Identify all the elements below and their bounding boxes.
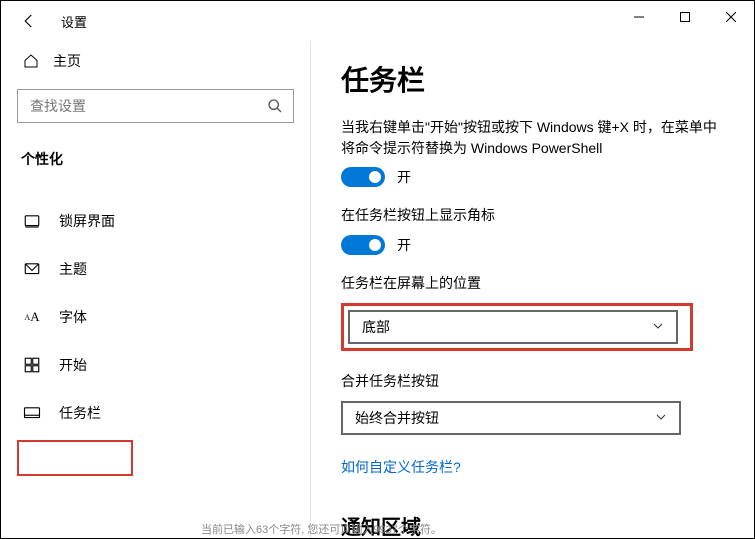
highlight-box-position: 底部 <box>341 303 693 351</box>
toggle-badges[interactable] <box>341 235 385 255</box>
page-title: 任务栏 <box>341 59 724 99</box>
setting-label-badges: 在任务栏按钮上显示角标 <box>341 205 724 225</box>
home-nav[interactable]: 主页 <box>17 41 294 89</box>
sidebar-item-label: 开始 <box>59 355 87 375</box>
font-icon: AA <box>23 308 41 326</box>
window-controls <box>616 1 754 33</box>
select-value: 始终合并按钮 <box>355 408 439 428</box>
titlebar: 设置 <box>1 1 754 41</box>
select-combine-buttons[interactable]: 始终合并按钮 <box>341 401 681 435</box>
content-pane: 任务栏 当我右键单击"开始"按钮或按下 Windows 键+X 时，在菜单中将命… <box>311 41 754 538</box>
select-value: 底部 <box>362 317 390 337</box>
maximize-button[interactable] <box>662 1 708 33</box>
search-input[interactable] <box>28 97 267 115</box>
highlight-box-sidebar <box>17 440 133 476</box>
search-box[interactable] <box>17 89 294 123</box>
back-button[interactable] <box>17 9 41 33</box>
toggle-powershell[interactable] <box>341 167 385 187</box>
toggle-state-label: 开 <box>397 235 411 255</box>
setting-desc-powershell: 当我右键单击"开始"按钮或按下 Windows 键+X 时，在菜单中将命令提示符… <box>341 117 724 159</box>
setting-label-combine: 合并任务栏按钮 <box>341 371 724 391</box>
sidebar-item-start[interactable]: 开始 <box>17 343 294 387</box>
link-customize-taskbar[interactable]: 如何自定义任务栏? <box>341 457 724 477</box>
toggle-state-label: 开 <box>397 167 411 187</box>
setting-label-position: 任务栏在屏幕上的位置 <box>341 273 724 293</box>
start-icon <box>23 356 41 374</box>
sidebar: 主页 个性化 锁屏界面 主题 AA 字体 <box>1 41 311 538</box>
toggle-row-powershell: 开 <box>341 167 724 187</box>
select-taskbar-position[interactable]: 底部 <box>348 310 678 344</box>
search-icon <box>267 98 283 114</box>
section-head-personalization: 个性化 <box>17 149 294 169</box>
sidebar-item-label: 主题 <box>59 259 87 279</box>
chevron-down-icon <box>655 410 667 426</box>
window-title: 设置 <box>61 12 87 31</box>
home-label: 主页 <box>53 51 81 71</box>
sidebar-item-fonts[interactable]: AA 字体 <box>17 295 294 339</box>
sidebar-item-label: 锁屏界面 <box>59 211 115 231</box>
sidebar-item-label: 字体 <box>59 307 87 327</box>
chevron-down-icon <box>652 320 664 335</box>
home-icon <box>23 53 39 69</box>
theme-icon <box>23 260 41 278</box>
lockscreen-icon <box>23 212 41 230</box>
sidebar-item-lockscreen[interactable]: 锁屏界面 <box>17 199 294 243</box>
taskbar-icon <box>23 404 41 422</box>
minimize-button[interactable] <box>616 1 662 33</box>
sidebar-item-themes[interactable]: 主题 <box>17 247 294 291</box>
toggle-row-badges: 开 <box>341 235 724 255</box>
sidebar-item-label: 任务栏 <box>59 403 101 423</box>
sidebar-item-taskbar[interactable]: 任务栏 <box>17 391 294 435</box>
footer-fragment: 当前已输入63个字符, 您还可以输入9937个字符。 <box>201 519 442 538</box>
close-button[interactable] <box>708 1 754 33</box>
